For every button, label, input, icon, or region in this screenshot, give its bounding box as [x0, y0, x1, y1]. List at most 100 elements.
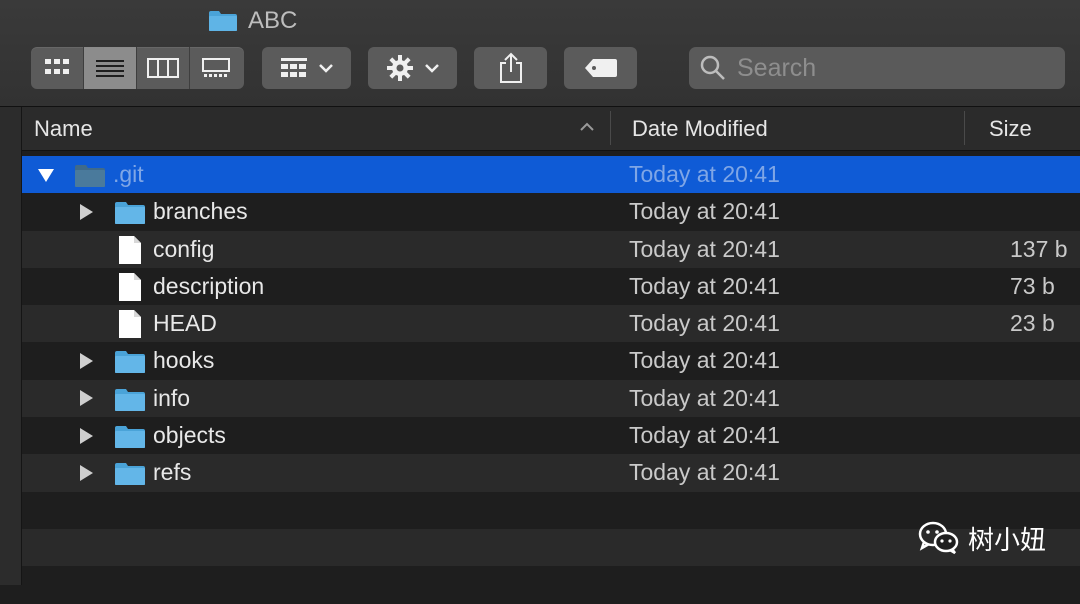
sidebar-edge [0, 107, 22, 585]
column-date-header[interactable]: Date Modified [632, 107, 768, 150]
folder-icon [115, 463, 145, 486]
folder-icon [75, 165, 105, 187]
sort-ascending-icon [580, 122, 594, 131]
file-name: info [153, 384, 191, 411]
column-name-header[interactable]: Name [34, 107, 609, 150]
gallery-view-button[interactable] [190, 47, 242, 89]
file-row[interactable]: config Today at 20:41 137 b [22, 230, 1080, 271]
file-date-modified: Today at 20:41 [629, 459, 780, 486]
folder-icon-wrap [114, 199, 146, 231]
file-date-modified: Today at 20:41 [629, 310, 780, 337]
column-date-label: Date Modified [632, 115, 768, 141]
group-button[interactable] [262, 47, 351, 89]
file-date-modified: Today at 20:41 [629, 347, 780, 374]
action-button[interactable] [368, 47, 457, 89]
disclosure-collapsed-icon [80, 464, 93, 481]
view-mode-switcher [31, 47, 244, 89]
file-row[interactable]: hooks Today at 20:41 [22, 342, 1080, 380]
watermark-text: 树小妞 [968, 525, 1047, 556]
folder-icon [208, 10, 238, 32]
grid-icon [45, 59, 69, 74]
disclosure-triangle[interactable] [74, 454, 98, 491]
disclosure-collapsed-icon [80, 352, 93, 369]
disclosure-triangle[interactable] [34, 156, 58, 193]
watermark: 树小妞 [918, 518, 1046, 558]
chevron-down-icon [318, 64, 333, 73]
folder-icon [115, 351, 145, 374]
file-size [1010, 342, 1080, 379]
file-size [1010, 156, 1080, 193]
disclosure-collapsed-icon [80, 390, 93, 407]
chevron-down-icon [424, 64, 439, 73]
file-size [1010, 193, 1080, 230]
file-date-modified: Today at 20:41 [629, 235, 780, 262]
wechat-icon [918, 521, 959, 555]
file-row[interactable]: .git Today at 20:41 [22, 156, 1080, 194]
tag-icon [584, 59, 617, 77]
file-name: branches [153, 198, 248, 225]
columns-icon [147, 58, 179, 78]
file-size: 23 b [1010, 310, 1055, 337]
file-size [1010, 417, 1080, 454]
file-row[interactable]: HEAD Today at 20:41 23 b [22, 305, 1080, 345]
file-date-modified: Today at 20:41 [629, 422, 780, 449]
icon-view-button[interactable] [31, 47, 84, 89]
file-row[interactable]: description Today at 20:41 73 b [22, 267, 1080, 306]
file-name: .git [113, 161, 144, 187]
file-row[interactable]: info Today at 20:41 [22, 379, 1080, 418]
document-icon [119, 235, 141, 264]
window-title-text: ABC [248, 7, 298, 34]
file-icon-wrap [118, 309, 142, 345]
folder-icon-wrap [114, 423, 146, 455]
file-date-modified: Today at 20:41 [629, 384, 780, 411]
file-name: description [153, 272, 265, 299]
column-divider[interactable] [610, 111, 611, 145]
file-icon-wrap [118, 235, 142, 271]
column-view-button[interactable] [137, 47, 190, 89]
column-header: Name Date Modified Size [22, 107, 1080, 151]
folder-icon-wrap [114, 386, 146, 418]
file-row[interactable]: objects Today at 20:41 [22, 417, 1080, 455]
group-grid-icon [280, 58, 307, 77]
disclosure-expanded-icon [38, 168, 54, 182]
share-icon [499, 52, 522, 83]
file-name: refs [153, 459, 192, 486]
disclosure-triangle[interactable] [74, 193, 98, 230]
column-divider[interactable] [964, 111, 965, 145]
window-title: ABC [208, 6, 297, 36]
file-name: config [153, 235, 215, 262]
disclosure-collapsed-icon [80, 203, 93, 220]
toolbar: ABC [0, 0, 1080, 107]
tag-button[interactable] [564, 47, 637, 89]
column-size-label: Size [989, 115, 1032, 141]
folder-icon-wrap [74, 162, 106, 194]
file-size: 73 b [1010, 272, 1055, 299]
disclosure-collapsed-icon [80, 427, 93, 444]
share-button[interactable] [474, 47, 547, 89]
search-input[interactable] [735, 52, 1049, 84]
column-name-label: Name [34, 115, 93, 141]
disclosure-triangle[interactable] [74, 342, 98, 379]
disclosure-triangle[interactable] [74, 380, 98, 417]
document-icon [119, 272, 141, 301]
search-field[interactable] [689, 47, 1065, 89]
document-icon [119, 310, 141, 339]
gear-icon [386, 55, 413, 81]
folder-icon [115, 426, 145, 449]
file-size [1010, 380, 1080, 417]
folder-icon [115, 388, 145, 411]
file-row[interactable]: refs Today at 20:41 [22, 454, 1080, 492]
file-size [1010, 454, 1080, 491]
list-icon [96, 60, 124, 77]
folder-icon-wrap [114, 348, 146, 380]
folder-icon-wrap [114, 460, 146, 492]
file-name: hooks [153, 347, 215, 374]
file-date-modified: Today at 20:41 [629, 198, 780, 225]
list-view-button[interactable] [84, 47, 137, 89]
file-name: HEAD [153, 310, 217, 337]
search-icon [700, 55, 725, 80]
gallery-icon [202, 58, 230, 77]
disclosure-triangle[interactable] [74, 417, 98, 454]
file-row[interactable]: branches Today at 20:41 [22, 193, 1080, 231]
column-size-header[interactable]: Size [989, 107, 1032, 150]
